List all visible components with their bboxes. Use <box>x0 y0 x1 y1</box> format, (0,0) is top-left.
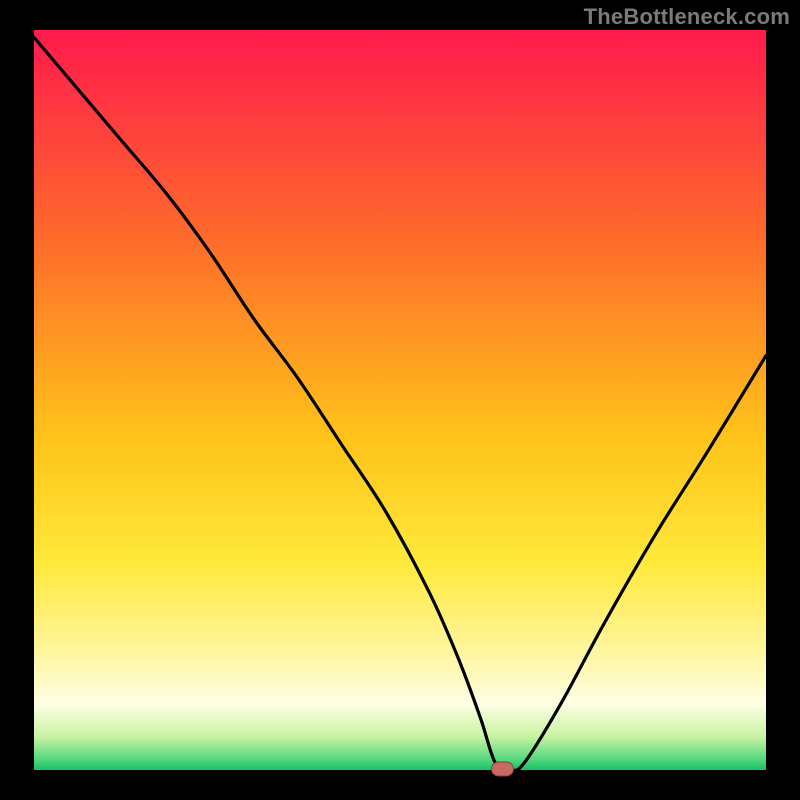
bottleneck-chart <box>0 0 800 800</box>
watermark-text: TheBottleneck.com <box>584 4 790 30</box>
chart-frame: TheBottleneck.com <box>0 0 800 800</box>
plot-background-gradient <box>34 30 766 770</box>
optimal-point-marker <box>491 762 513 776</box>
